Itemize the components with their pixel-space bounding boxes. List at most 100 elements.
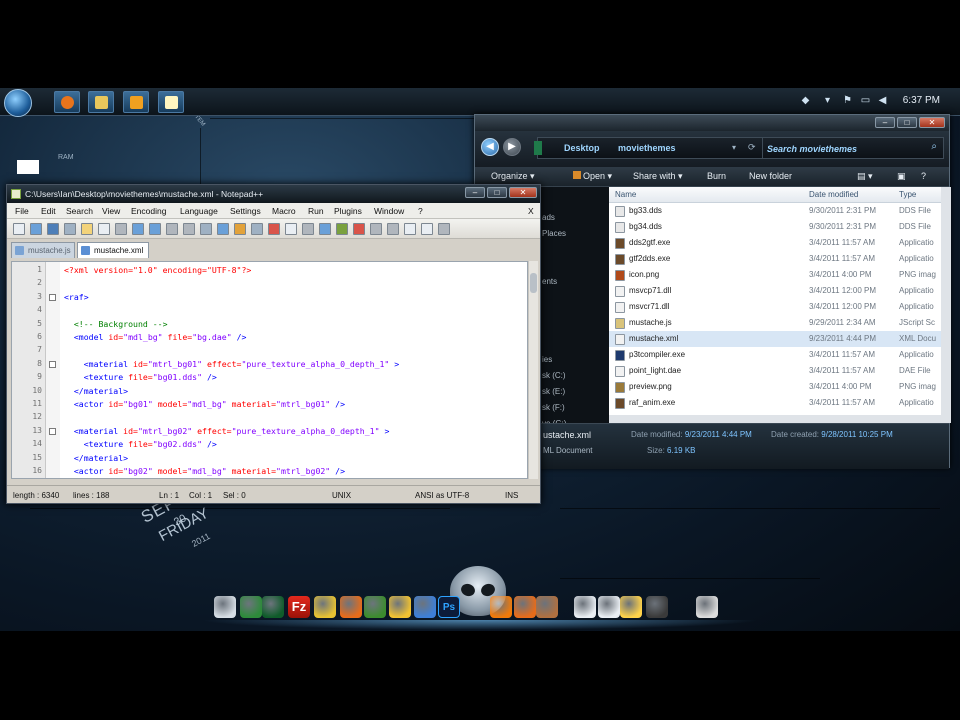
fold-toggle-icon[interactable] xyxy=(49,427,56,435)
itunes-icon[interactable] xyxy=(414,596,436,618)
toolbar-icon[interactable] xyxy=(166,223,178,235)
file-row[interactable]: msvcr71.dll 3/4/2011 12:00 PM Applicatio xyxy=(609,299,941,315)
tray-volume-icon[interactable]: ◀ xyxy=(877,95,888,106)
toolbar-icon[interactable] xyxy=(30,223,42,235)
toolbar-icon[interactable] xyxy=(302,223,314,235)
tools-icon[interactable] xyxy=(620,596,642,618)
filezilla-icon[interactable]: Fz xyxy=(288,596,310,618)
menu-encoding[interactable]: Encoding xyxy=(131,206,166,216)
address-box[interactable]: Desktop moviethemes ▾ ⟳ xyxy=(534,137,795,159)
menu-close-doc[interactable]: X xyxy=(528,206,534,216)
toolbar-icon[interactable] xyxy=(200,223,212,235)
tray-flag-icon[interactable]: ⚑ xyxy=(842,95,853,106)
toolbar-icon[interactable] xyxy=(183,223,195,235)
menu-run[interactable]: Run xyxy=(308,206,324,216)
file-row[interactable]: gtf2dds.exe 3/4/2011 11:57 AM Applicatio xyxy=(609,251,941,267)
firefox-alt-icon[interactable] xyxy=(514,596,536,618)
nav-item-places-text[interactable]: Places xyxy=(542,229,566,238)
firefox-taskbar-button[interactable] xyxy=(54,91,80,113)
file-row[interactable]: p3tcompiler.exe 3/4/2011 11:57 AM Applicat… xyxy=(609,347,941,363)
new-folder-button[interactable]: New folder xyxy=(749,171,792,181)
fold-toggle-icon[interactable] xyxy=(49,293,56,301)
code-editor[interactable]: 1 2 3 4 5 6 7 8 9 10 11 12 13 14 15 16 <?xml version="1… xyxy=(11,261,528,479)
menu-help[interactable]: ? xyxy=(418,206,423,216)
menu-settings[interactable]: Settings xyxy=(230,206,261,216)
menu-view[interactable]: View xyxy=(102,206,120,216)
view-options-icon[interactable]: ▤ ▾ xyxy=(857,171,873,182)
toolbar-icon[interactable] xyxy=(285,223,297,235)
menu-search[interactable]: Search xyxy=(66,206,93,216)
file-row[interactable]: preview.png 3/4/2011 4:00 PM PNG imag xyxy=(609,379,941,395)
menu-plugins[interactable]: Plugins xyxy=(334,206,362,216)
toolbar-icon[interactable] xyxy=(353,223,365,235)
toolbar-icon[interactable] xyxy=(149,223,161,235)
column-type[interactable]: Type xyxy=(899,190,916,199)
toolbar-icon[interactable] xyxy=(319,223,331,235)
toolbar-icon[interactable] xyxy=(217,223,229,235)
explorer-taskbar-button[interactable] xyxy=(88,91,114,113)
notepad-icon[interactable] xyxy=(214,596,236,618)
toolbar-icon[interactable] xyxy=(421,223,433,235)
nav-item-drive-f[interactable]: sk (F:) xyxy=(542,403,565,412)
burn-button[interactable]: Burn xyxy=(707,171,726,181)
nav-item-downloads-text[interactable]: ads xyxy=(542,213,555,222)
breadcrumb-moviethemes[interactable]: moviethemes xyxy=(618,143,676,153)
notepad-taskbar-button[interactable] xyxy=(158,91,184,113)
recycle-icon[interactable] xyxy=(574,596,596,618)
tray-network-icon[interactable]: ◆ xyxy=(800,95,811,106)
search-icon[interactable]: ⌕ xyxy=(931,141,937,152)
preview-pane-icon[interactable]: ▣ xyxy=(897,171,906,182)
fold-toggle-icon[interactable] xyxy=(49,360,56,368)
menu-edit[interactable]: Edit xyxy=(41,206,56,216)
utorrent-icon[interactable] xyxy=(364,596,386,618)
file-row[interactable]: raf_anim.exe 3/4/2011 11:57 AM Applicatio xyxy=(609,395,941,411)
nav-item-drive-c[interactable]: sk (C:) xyxy=(542,371,566,380)
file-row[interactable]: mustache.js 9/29/2011 2:34 AM JScript Sc xyxy=(609,315,941,331)
toolbar-icon[interactable] xyxy=(13,223,25,235)
breadcrumb-desktop[interactable]: Desktop xyxy=(564,143,600,153)
nav-item-movies-text[interactable]: ies xyxy=(542,355,552,364)
media-icon[interactable] xyxy=(646,596,668,618)
paint-icon[interactable] xyxy=(536,596,558,618)
toolbar-icon[interactable] xyxy=(115,223,127,235)
explorer-titlebar[interactable]: – □ ✕ xyxy=(475,115,949,131)
toolbar-icon[interactable] xyxy=(404,223,416,235)
file-row[interactable]: point_light.dae 3/4/2011 11:57 AM DAE File xyxy=(609,363,941,379)
network-icon[interactable] xyxy=(598,596,620,618)
xbox-icon[interactable] xyxy=(262,596,284,618)
notepad-minimize-button[interactable]: – xyxy=(465,187,485,198)
explorer-close-button[interactable]: ✕ xyxy=(919,117,945,128)
start-orb-icon[interactable] xyxy=(4,89,32,117)
toolbar-icon[interactable] xyxy=(370,223,382,235)
toolbar-icon[interactable] xyxy=(132,223,144,235)
tray-monitor-icon[interactable]: ▭ xyxy=(860,95,871,106)
menu-language[interactable]: Language xyxy=(180,206,218,216)
editor-scroll-thumb[interactable] xyxy=(530,273,537,293)
tab-mustache-js[interactable]: mustache.js xyxy=(11,242,75,258)
chrome-icon[interactable] xyxy=(314,596,336,618)
file-list-horizontal-scrollbar[interactable] xyxy=(609,415,941,423)
toolbar-icon[interactable] xyxy=(268,223,280,235)
firefox-icon[interactable] xyxy=(340,596,362,618)
menu-macro[interactable]: Macro xyxy=(272,206,296,216)
nav-item-documents-text[interactable]: ents xyxy=(542,277,557,286)
toolbar-icon[interactable] xyxy=(64,223,76,235)
taskbar-clock[interactable]: 6:37 PM xyxy=(903,95,940,106)
toolbar-icon[interactable] xyxy=(234,223,246,235)
drive-icon[interactable] xyxy=(696,596,718,618)
share-with-button[interactable]: Share with ▾ xyxy=(633,171,683,182)
file-row[interactable]: dds2gtf.exe 3/4/2011 11:57 AM Applicatio xyxy=(609,235,941,251)
tab-mustache-xml[interactable]: mustache.xml xyxy=(77,242,149,258)
explorer-maximize-button[interactable]: □ xyxy=(897,117,917,128)
help-icon[interactable]: ? xyxy=(921,171,926,181)
menu-file[interactable]: File xyxy=(15,206,29,216)
file-row[interactable]: icon.png 3/4/2011 4:00 PM PNG imag xyxy=(609,267,941,283)
explorer-minimize-button[interactable]: – xyxy=(875,117,895,128)
toolbar-icon[interactable] xyxy=(81,223,93,235)
vlc-icon[interactable] xyxy=(490,596,512,618)
column-date-modified[interactable]: Date modified xyxy=(809,190,858,199)
file-list-scrollbar[interactable] xyxy=(941,187,951,423)
organize-button[interactable]: Organize ▾ xyxy=(491,171,535,182)
explorer-icon[interactable] xyxy=(240,596,262,618)
refresh-icon[interactable]: ⟳ xyxy=(748,142,756,153)
